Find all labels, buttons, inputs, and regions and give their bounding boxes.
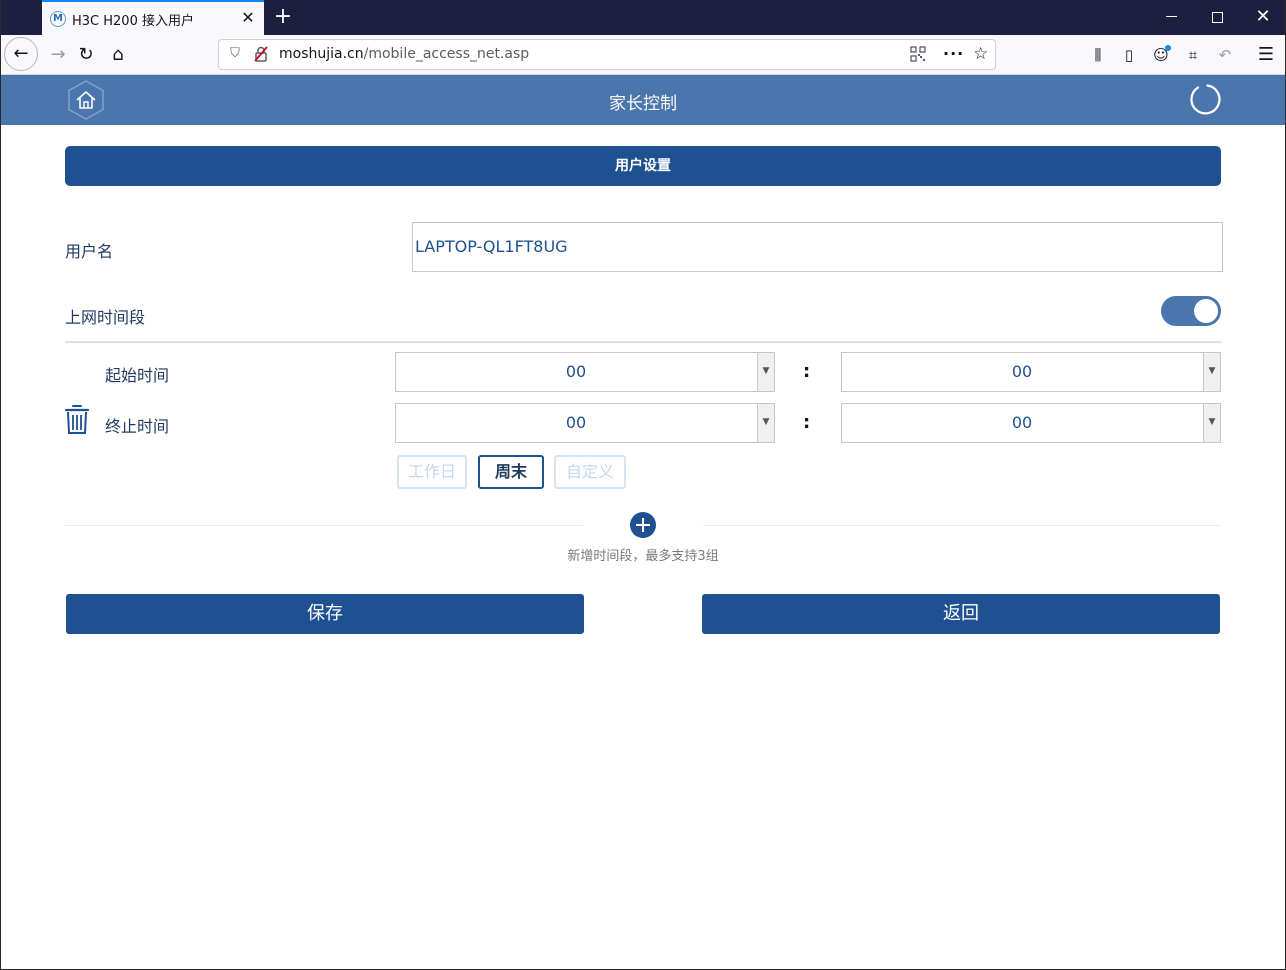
time-colon: :: [803, 361, 811, 382]
browser-tab[interactable]: M H3C H200 接入用户 ✕: [42, 0, 264, 35]
screenshot-crop-icon[interactable]: ⌗: [1181, 43, 1205, 67]
chevron-down-icon[interactable]: ▼: [757, 404, 774, 442]
end-minute-select[interactable]: 00 ▼: [841, 403, 1221, 443]
add-period-plus-icon[interactable]: [630, 512, 656, 538]
insecure-lock-icon[interactable]: [253, 46, 269, 64]
back-button[interactable]: 返回: [702, 594, 1220, 634]
section-title-bar: 用户设置: [65, 146, 1221, 186]
window-maximize-button[interactable]: [1194, 0, 1240, 35]
start-time-label: 起始时间: [105, 366, 170, 385]
toggle-knob: [1194, 299, 1218, 323]
sidebar-icon[interactable]: ▯: [1117, 43, 1141, 67]
window-close-button[interactable]: ✕: [1240, 0, 1286, 35]
custom-days-button[interactable]: 自定义: [554, 455, 626, 489]
site-favicon-icon: M: [50, 11, 66, 27]
account-icon[interactable]: ☺: [1149, 43, 1173, 67]
time-period-label: 上网时间段: [65, 308, 146, 327]
start-hour-value: 00: [565, 362, 587, 381]
time-period-toggle[interactable]: [1161, 296, 1221, 326]
end-hour-select[interactable]: 00 ▼: [395, 403, 775, 443]
tab-title: H3C H200 接入用户: [72, 14, 194, 29]
url-path: /mobile_access_net.asp: [363, 46, 530, 62]
url-host: moshujia.cn: [279, 46, 364, 62]
save-button[interactable]: 保存: [66, 594, 584, 634]
divider: [65, 525, 583, 526]
delete-trash-icon[interactable]: [64, 403, 90, 435]
end-hour-value: 00: [565, 413, 587, 432]
hamburger-menu-icon[interactable]: ☰: [1254, 43, 1278, 67]
refresh-spinner-icon[interactable]: [1189, 83, 1221, 115]
end-minute-value: 00: [1011, 413, 1033, 432]
add-period-hint: 新增时间段，最多支持3组: [567, 549, 719, 564]
app-header: 家长控制: [0, 75, 1286, 125]
new-tab-icon[interactable]: +: [270, 4, 296, 30]
back-arrow-icon[interactable]: ←: [4, 37, 38, 71]
tab-close-icon[interactable]: ✕: [238, 8, 258, 28]
page-actions-more-icon[interactable]: ···: [943, 44, 964, 63]
start-hour-select[interactable]: 00 ▼: [395, 352, 775, 392]
window-minimize-button[interactable]: [1148, 0, 1194, 35]
start-minute-value: 00: [1011, 362, 1033, 381]
qr-code-icon[interactable]: [909, 46, 927, 64]
divider: [703, 525, 1221, 526]
library-icon[interactable]: ⫼: [1086, 43, 1110, 67]
username-label: 用户名: [65, 242, 114, 261]
url-text[interactable]: moshujia.cn/mobile_access_net.asp: [279, 46, 529, 62]
weekend-button[interactable]: 周末: [478, 455, 544, 489]
browser-home-icon[interactable]: ⌂: [102, 39, 134, 71]
bookmark-star-icon[interactable]: ☆: [973, 44, 988, 64]
chevron-down-icon[interactable]: ▼: [1203, 353, 1220, 391]
page-title: 家长控制: [609, 94, 677, 114]
username-input[interactable]: LAPTOP-QL1FT8UG: [412, 222, 1223, 272]
workday-button[interactable]: 工作日: [397, 455, 467, 489]
reload-icon[interactable]: ↻: [70, 39, 102, 71]
divider: [65, 341, 1221, 343]
tracking-shield-icon[interactable]: ⛉: [227, 46, 243, 64]
chevron-down-icon[interactable]: ▼: [1203, 404, 1220, 442]
undo-icon[interactable]: ↶: [1213, 43, 1237, 67]
browser-titlebar: M H3C H200 接入用户 ✕ + ✕: [0, 0, 1286, 35]
start-minute-select[interactable]: 00 ▼: [841, 352, 1221, 392]
browser-navbar: ← → ↻ ⌂ ⛉ moshujia.cn/mobile_access_net.…: [0, 35, 1286, 75]
end-time-label: 终止时间: [105, 417, 170, 436]
url-bar[interactable]: ⛉ moshujia.cn/mobile_access_net.asp ··· …: [218, 39, 996, 70]
time-colon: :: [803, 412, 811, 433]
chevron-down-icon[interactable]: ▼: [757, 353, 774, 391]
